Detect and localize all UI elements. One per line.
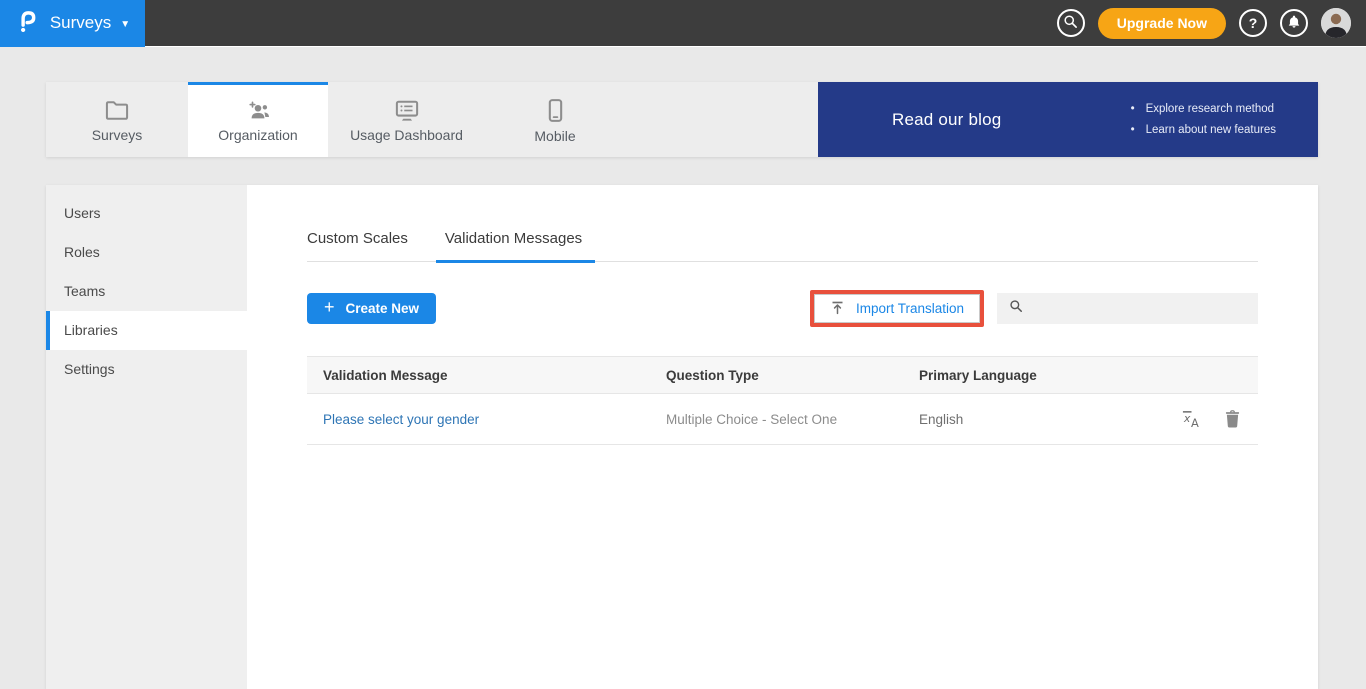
delete-button[interactable] <box>1225 409 1240 429</box>
nav-tab-label: Organization <box>218 127 297 143</box>
tab-validation-messages[interactable]: Validation Messages <box>445 230 582 261</box>
blog-banner[interactable]: Read our blog Explore research method Le… <box>818 82 1318 157</box>
upload-icon <box>830 300 845 318</box>
search-input[interactable] <box>1032 301 1258 316</box>
question-type-value: Multiple Choice - Select One <box>666 412 919 427</box>
search-icon <box>1009 299 1023 318</box>
settings-sidebar: Users Roles Teams Libraries Settings <box>46 185 247 689</box>
import-translation-button[interactable]: Import Translation <box>814 294 980 323</box>
sidebar-item-settings[interactable]: Settings <box>46 350 247 389</box>
dashboard-monitor-icon <box>393 99 421 122</box>
nav-tab-label: Usage Dashboard <box>350 127 463 143</box>
table-search <box>997 293 1258 324</box>
primary-language-value: English <box>919 412 1146 427</box>
banner-bullet: Learn about new features <box>1131 120 1276 141</box>
help-button[interactable]: ? <box>1239 9 1267 37</box>
column-header-primary-language: Primary Language <box>919 368 1146 383</box>
question-mark-icon: ? <box>1249 15 1258 31</box>
smartphone-icon <box>547 98 564 123</box>
sidebar-item-roles[interactable]: Roles <box>46 233 247 272</box>
primary-nav-tabs: Surveys Organization <box>46 82 818 157</box>
nav-tab-label: Surveys <box>92 127 143 143</box>
library-tabs: Custom Scales Validation Messages <box>307 230 1258 262</box>
nav-tab-usage-dashboard[interactable]: Usage Dashboard <box>328 82 485 157</box>
main-card: Users Roles Teams Libraries Settings Cus… <box>46 185 1318 689</box>
sidebar-item-users[interactable]: Users <box>46 194 247 233</box>
blog-banner-title: Read our blog <box>892 110 1001 130</box>
libraries-content: Custom Scales Validation Messages + Crea… <box>247 185 1318 689</box>
table-row: Please select your gender Multiple Choic… <box>307 394 1258 445</box>
bell-icon <box>1287 14 1301 32</box>
tab-custom-scales[interactable]: Custom Scales <box>307 230 408 261</box>
validation-message-link[interactable]: Please select your gender <box>307 412 666 427</box>
user-avatar[interactable] <box>1321 8 1351 38</box>
plus-icon: + <box>324 297 335 318</box>
app-menu[interactable]: Surveys ▼ <box>0 0 145 47</box>
annotation-highlight-box: Import Translation <box>810 290 984 327</box>
notifications-button[interactable] <box>1280 9 1308 37</box>
chevron-down-icon: ▼ <box>120 19 130 30</box>
upgrade-now-button[interactable]: Upgrade Now <box>1098 8 1226 39</box>
translate-button[interactable]: x A <box>1181 409 1202 429</box>
topbar: Surveys ▼ Upgrade Now ? <box>0 0 1366 47</box>
sidebar-item-libraries[interactable]: Libraries <box>46 311 247 350</box>
svg-text:x: x <box>1183 412 1191 425</box>
banner-bullet: Explore research method <box>1131 99 1276 120</box>
app-menu-label: Surveys <box>50 13 111 33</box>
svg-text:A: A <box>1191 416 1199 429</box>
questionpro-logo-icon <box>15 6 41 41</box>
toolbar-right: Import Translation <box>810 290 1258 327</box>
validation-messages-table: Validation Message Question Type Primary… <box>307 356 1258 445</box>
add-people-icon <box>244 100 272 122</box>
row-actions: x A <box>1146 409 1258 429</box>
nav-tab-surveys[interactable]: Surveys <box>46 82 188 157</box>
search-icon <box>1063 14 1078 32</box>
nav-tab-mobile[interactable]: Mobile <box>485 82 625 157</box>
create-new-button[interactable]: + Create New <box>307 293 436 324</box>
sidebar-item-teams[interactable]: Teams <box>46 272 247 311</box>
search-button[interactable] <box>1057 9 1085 37</box>
create-new-label: Create New <box>346 301 420 316</box>
toolbar: + Create New Import Translation <box>307 290 1258 327</box>
import-translation-label: Import Translation <box>856 301 964 316</box>
folder-icon <box>104 100 130 122</box>
topbar-actions: Upgrade Now ? <box>1057 8 1366 39</box>
table-header-row: Validation Message Question Type Primary… <box>307 356 1258 394</box>
column-header-validation-message: Validation Message <box>307 368 666 383</box>
column-header-question-type: Question Type <box>666 368 919 383</box>
blog-banner-bullets: Explore research method Learn about new … <box>1131 99 1276 141</box>
primary-nav-card: Surveys Organization <box>46 82 1318 157</box>
nav-tab-organization[interactable]: Organization <box>188 82 328 157</box>
nav-tab-label: Mobile <box>534 128 575 144</box>
